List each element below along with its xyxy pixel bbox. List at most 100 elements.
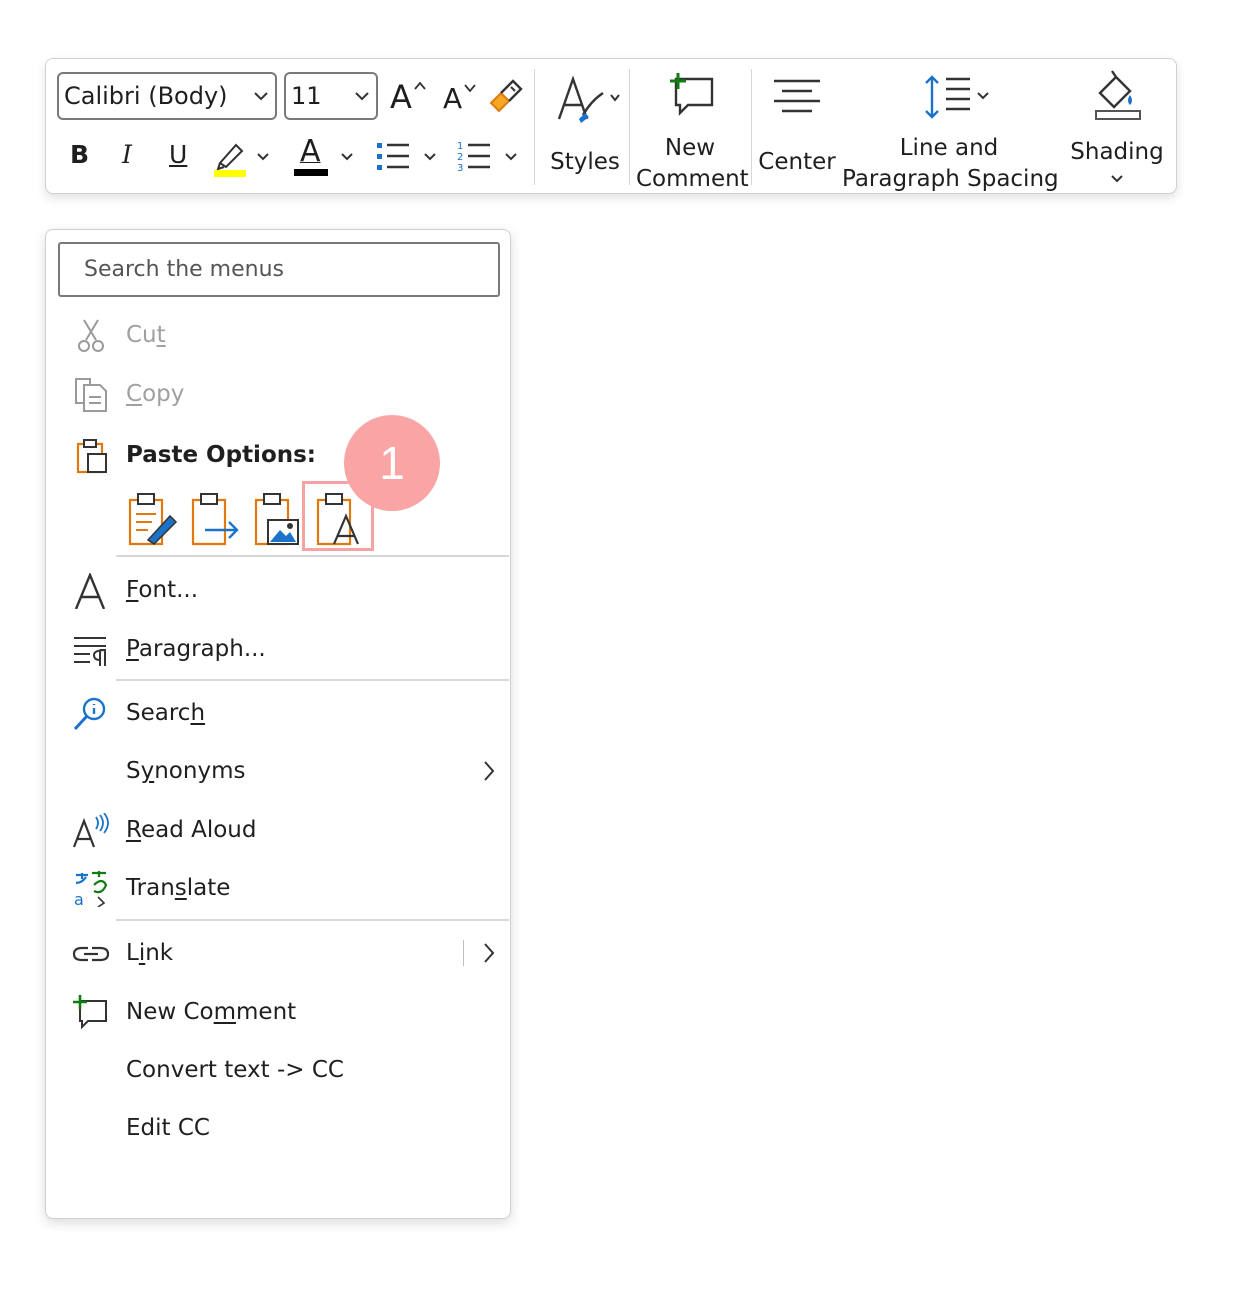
chevron-down-icon bbox=[355, 92, 369, 101]
italic-button[interactable]: I bbox=[122, 139, 132, 170]
menu-item-new-comment[interactable]: New Comment bbox=[46, 987, 512, 1037]
svg-text:3: 3 bbox=[457, 163, 463, 174]
toolbar-divider bbox=[534, 69, 535, 185]
menu-item-label: Edit CC bbox=[126, 1115, 210, 1141]
caret-down-icon bbox=[464, 84, 476, 93]
shading-label: Shading bbox=[1070, 139, 1164, 165]
menu-item-read-aloud[interactable]: Read Aloud bbox=[46, 805, 512, 855]
new-comment-button[interactable]: New Comment bbox=[636, 69, 749, 192]
link-icon bbox=[72, 946, 110, 962]
underline-button[interactable]: U bbox=[169, 139, 187, 170]
numbering-button[interactable]: 1 2 3 bbox=[456, 139, 526, 175]
svg-text:2: 2 bbox=[457, 152, 463, 163]
chevron-down-icon bbox=[257, 153, 269, 161]
menu-item-label: Copy bbox=[126, 381, 185, 407]
menu-separator bbox=[116, 919, 509, 921]
shading-button[interactable]: Shading bbox=[1062, 69, 1172, 187]
menu-item-label: Search bbox=[126, 700, 206, 726]
center-label: Center bbox=[758, 149, 836, 175]
new-comment-icon bbox=[73, 995, 107, 1030]
copy-icon bbox=[75, 378, 107, 412]
chevron-right-icon bbox=[484, 761, 495, 781]
menu-item-label: Translate bbox=[126, 875, 231, 901]
mini-toolbar: Calibri (Body) 11 A A B I U A 1 2 3 Styl… bbox=[45, 58, 1177, 194]
toolbar-divider bbox=[751, 69, 752, 185]
new-comment-icon bbox=[670, 73, 714, 116]
paste-picture-icon[interactable] bbox=[252, 492, 304, 548]
highlighter-icon bbox=[214, 143, 246, 177]
menu-item-paragraph[interactable]: Paragraph... bbox=[46, 624, 512, 674]
shrink-font-button[interactable]: A bbox=[443, 79, 477, 119]
font-color-icon: A bbox=[300, 134, 321, 169]
highlight-color-button[interactable] bbox=[212, 139, 282, 177]
bullet-list-icon bbox=[377, 143, 409, 170]
toolbar-divider bbox=[629, 69, 630, 185]
font-name-value: Calibri (Body) bbox=[64, 82, 228, 110]
step-badge: 1 bbox=[344, 415, 440, 511]
menu-item-label: Convert text -> CC bbox=[126, 1057, 344, 1083]
menu-item-label: New Comment bbox=[126, 999, 297, 1025]
numbered-list-icon: 1 2 3 bbox=[457, 141, 490, 174]
shading-icon bbox=[1095, 70, 1141, 120]
menu-item-label: Paragraph... bbox=[126, 636, 266, 662]
menu-item-translate[interactable]: a Translate bbox=[46, 863, 512, 913]
scissors-icon bbox=[78, 319, 104, 352]
font-color-button[interactable]: A bbox=[294, 134, 364, 177]
search-menus-input[interactable] bbox=[58, 242, 500, 297]
paste-options-label: Paste Options: bbox=[126, 442, 317, 468]
bullets-button[interactable] bbox=[375, 139, 445, 175]
read-aloud-icon bbox=[72, 813, 109, 848]
styles-button[interactable]: Styles bbox=[541, 69, 629, 187]
grow-font-icon: A bbox=[390, 78, 412, 116]
menu-item-label: Read Aloud bbox=[126, 817, 257, 843]
grow-font-button[interactable]: A bbox=[390, 77, 426, 117]
menu-item-font[interactable]: Font... bbox=[46, 565, 512, 615]
line-spacing-label-1: Line and bbox=[899, 135, 999, 161]
paste-options-header: Paste Options: bbox=[46, 430, 512, 480]
paste-merge-formatting-icon[interactable] bbox=[189, 492, 241, 548]
align-center-icon bbox=[774, 79, 820, 113]
chevron-down-icon bbox=[341, 153, 353, 161]
line-spacing-button[interactable]: Line and Paragraph Spacing bbox=[842, 69, 1059, 192]
font-name-combobox[interactable]: Calibri (Body) bbox=[57, 72, 277, 120]
clipboard-icon bbox=[76, 439, 107, 474]
menu-item-edit-cc[interactable]: Edit CC bbox=[46, 1103, 512, 1153]
menu-item-label: Cut bbox=[126, 322, 166, 348]
svg-text:a: a bbox=[74, 890, 84, 907]
menu-item-label: Font... bbox=[126, 577, 199, 603]
menu-item-copy[interactable]: Copy bbox=[46, 369, 512, 419]
chevron-right-icon[interactable] bbox=[482, 941, 496, 965]
font-size-combobox[interactable]: 11 bbox=[284, 72, 378, 120]
menu-item-label: Link bbox=[126, 940, 174, 966]
menu-item-convert-text-cc[interactable]: Convert text -> CC bbox=[46, 1045, 512, 1095]
svg-text:1: 1 bbox=[457, 141, 463, 152]
menu-item-label: Synonyms bbox=[126, 758, 246, 784]
font-icon bbox=[74, 573, 106, 609]
shrink-font-icon: A bbox=[443, 82, 463, 115]
new-comment-label-1: New bbox=[664, 135, 716, 161]
menu-item-link[interactable]: Link bbox=[46, 928, 512, 978]
menu-item-cut[interactable]: Cut bbox=[46, 310, 512, 360]
font-size-value: 11 bbox=[291, 82, 322, 110]
chevron-down-icon bbox=[424, 153, 436, 161]
split-divider bbox=[463, 940, 464, 966]
new-comment-label-2: Comment bbox=[636, 166, 749, 192]
caret-up-icon bbox=[414, 81, 426, 90]
context-menu: Cut Copy Paste Options: bbox=[45, 229, 511, 1219]
chevron-down-icon bbox=[254, 92, 268, 101]
menu-item-synonyms[interactable]: Synonyms bbox=[46, 746, 512, 796]
styles-label: Styles bbox=[550, 149, 620, 175]
format-painter-icon[interactable] bbox=[487, 77, 525, 115]
line-spacing-icon bbox=[925, 75, 989, 119]
paste-keep-source-formatting-icon[interactable] bbox=[126, 492, 178, 548]
font-color-swatch bbox=[294, 169, 328, 176]
translate-icon: a bbox=[74, 871, 108, 907]
paragraph-icon bbox=[74, 637, 107, 666]
line-spacing-label-2: Paragraph Spacing bbox=[842, 166, 1059, 192]
menu-item-search[interactable]: Search bbox=[46, 688, 512, 738]
menu-separator bbox=[116, 555, 509, 557]
chevron-down-icon bbox=[1111, 175, 1123, 183]
chevron-down-icon bbox=[505, 153, 517, 161]
center-button[interactable]: Center bbox=[754, 69, 840, 187]
bold-button[interactable]: B bbox=[70, 139, 89, 170]
